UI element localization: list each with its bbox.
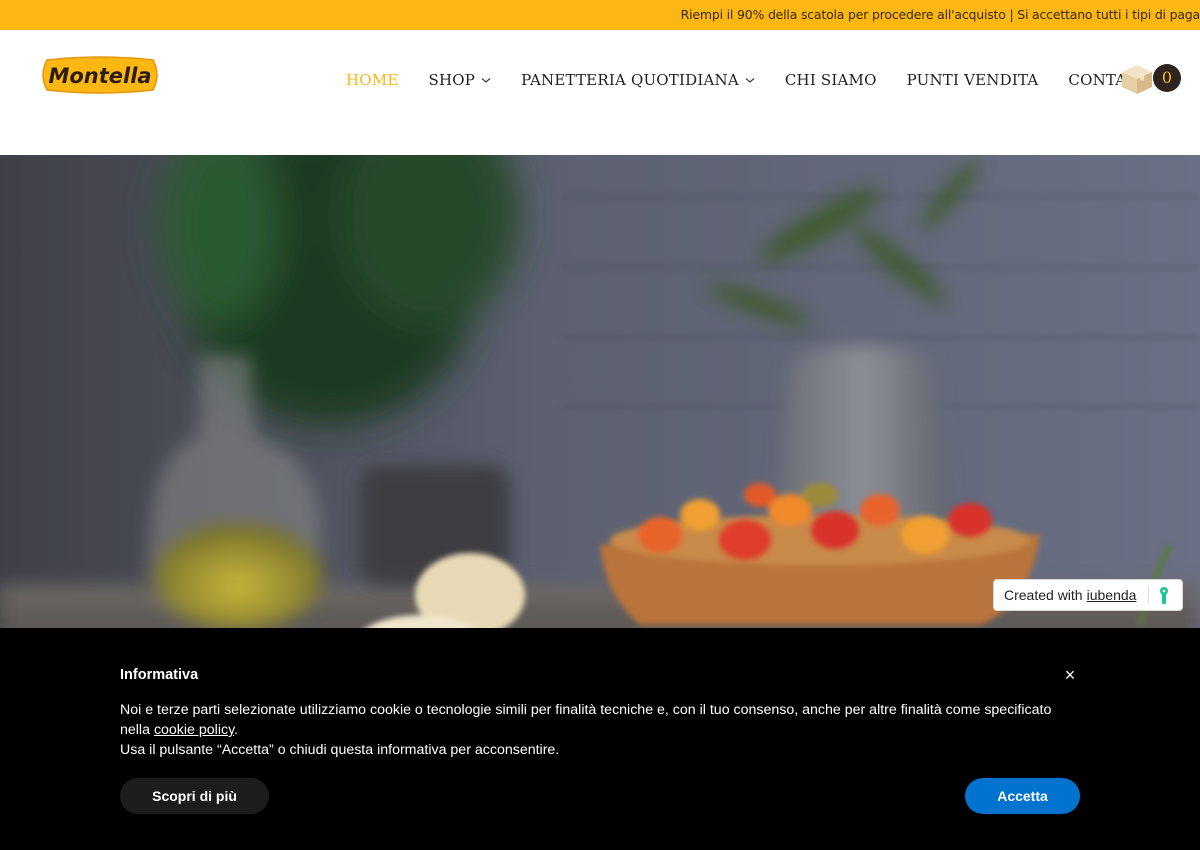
iubenda-divider: [1148, 586, 1149, 604]
nav-shop-label: SHOP: [428, 71, 476, 89]
iubenda-icon: [1160, 587, 1168, 604]
cookie-banner: Informativa × Noi e terze parti selezion…: [0, 628, 1200, 850]
nav-shop[interactable]: SHOP: [429, 71, 492, 89]
nav-chi-siamo[interactable]: CHI SIAMO: [785, 71, 877, 89]
main-nav: HOME SHOP PANETTERIA QUOTIDIANA CHI SIAM…: [346, 70, 1182, 90]
cookie-body-line1: Noi e terze parti selezionate utilizziam…: [120, 702, 1052, 738]
nav-chi-siamo-label: CHI SIAMO: [784, 71, 877, 89]
iubenda-link[interactable]: iubenda: [1087, 587, 1137, 603]
announcement-text: Riempi il 90% della scatola per proceder…: [680, 7, 1200, 22]
cookie-banner-title: Informativa: [120, 667, 199, 683]
logo-text: Montella: [48, 64, 151, 88]
nav-punti-vendita[interactable]: PUNTI VENDITA: [907, 71, 1039, 89]
nav-home-label: HOME: [346, 71, 399, 89]
nav-panetteria-quotidiana[interactable]: PANETTERIA QUOTIDIANA: [521, 71, 755, 89]
cart-count-badge: 0: [1153, 64, 1181, 92]
nav-panetteria-label: PANETTERIA QUOTIDIANA: [521, 71, 739, 89]
cookie-body-line2: Usa il pulsante “Accetta” o chiudi quest…: [120, 742, 560, 758]
iubenda-badge-text: Created with: [1004, 587, 1083, 603]
close-icon[interactable]: ×: [1062, 665, 1078, 685]
nav-home[interactable]: HOME: [346, 71, 399, 89]
cart-button[interactable]: 0: [1120, 62, 1182, 96]
announcement-bar: Riempi il 90% della scatola per proceder…: [0, 0, 1200, 30]
cookie-body-line1-end: .: [234, 722, 239, 738]
accept-button[interactable]: Accetta: [965, 778, 1080, 814]
montella-logo[interactable]: Montella: [41, 56, 159, 94]
chevron-down-icon: [481, 78, 491, 83]
learn-more-button[interactable]: Scopri di più: [120, 778, 269, 814]
chevron-down-icon: [745, 78, 755, 83]
nav-punti-vendita-label: PUNTI VENDITA: [906, 71, 1039, 89]
site-header: Montella HOME SHOP PANETTERIA QUOTIDIANA…: [0, 30, 1200, 155]
cookie-banner-text: Noi e terze parti selezionate utilizziam…: [120, 700, 1060, 760]
box-icon: [1122, 65, 1152, 94]
iubenda-badge[interactable]: Created with iubenda: [993, 579, 1183, 611]
cookie-policy-link[interactable]: cookie policy: [154, 722, 234, 738]
logo-mark: Montella: [42, 56, 158, 94]
